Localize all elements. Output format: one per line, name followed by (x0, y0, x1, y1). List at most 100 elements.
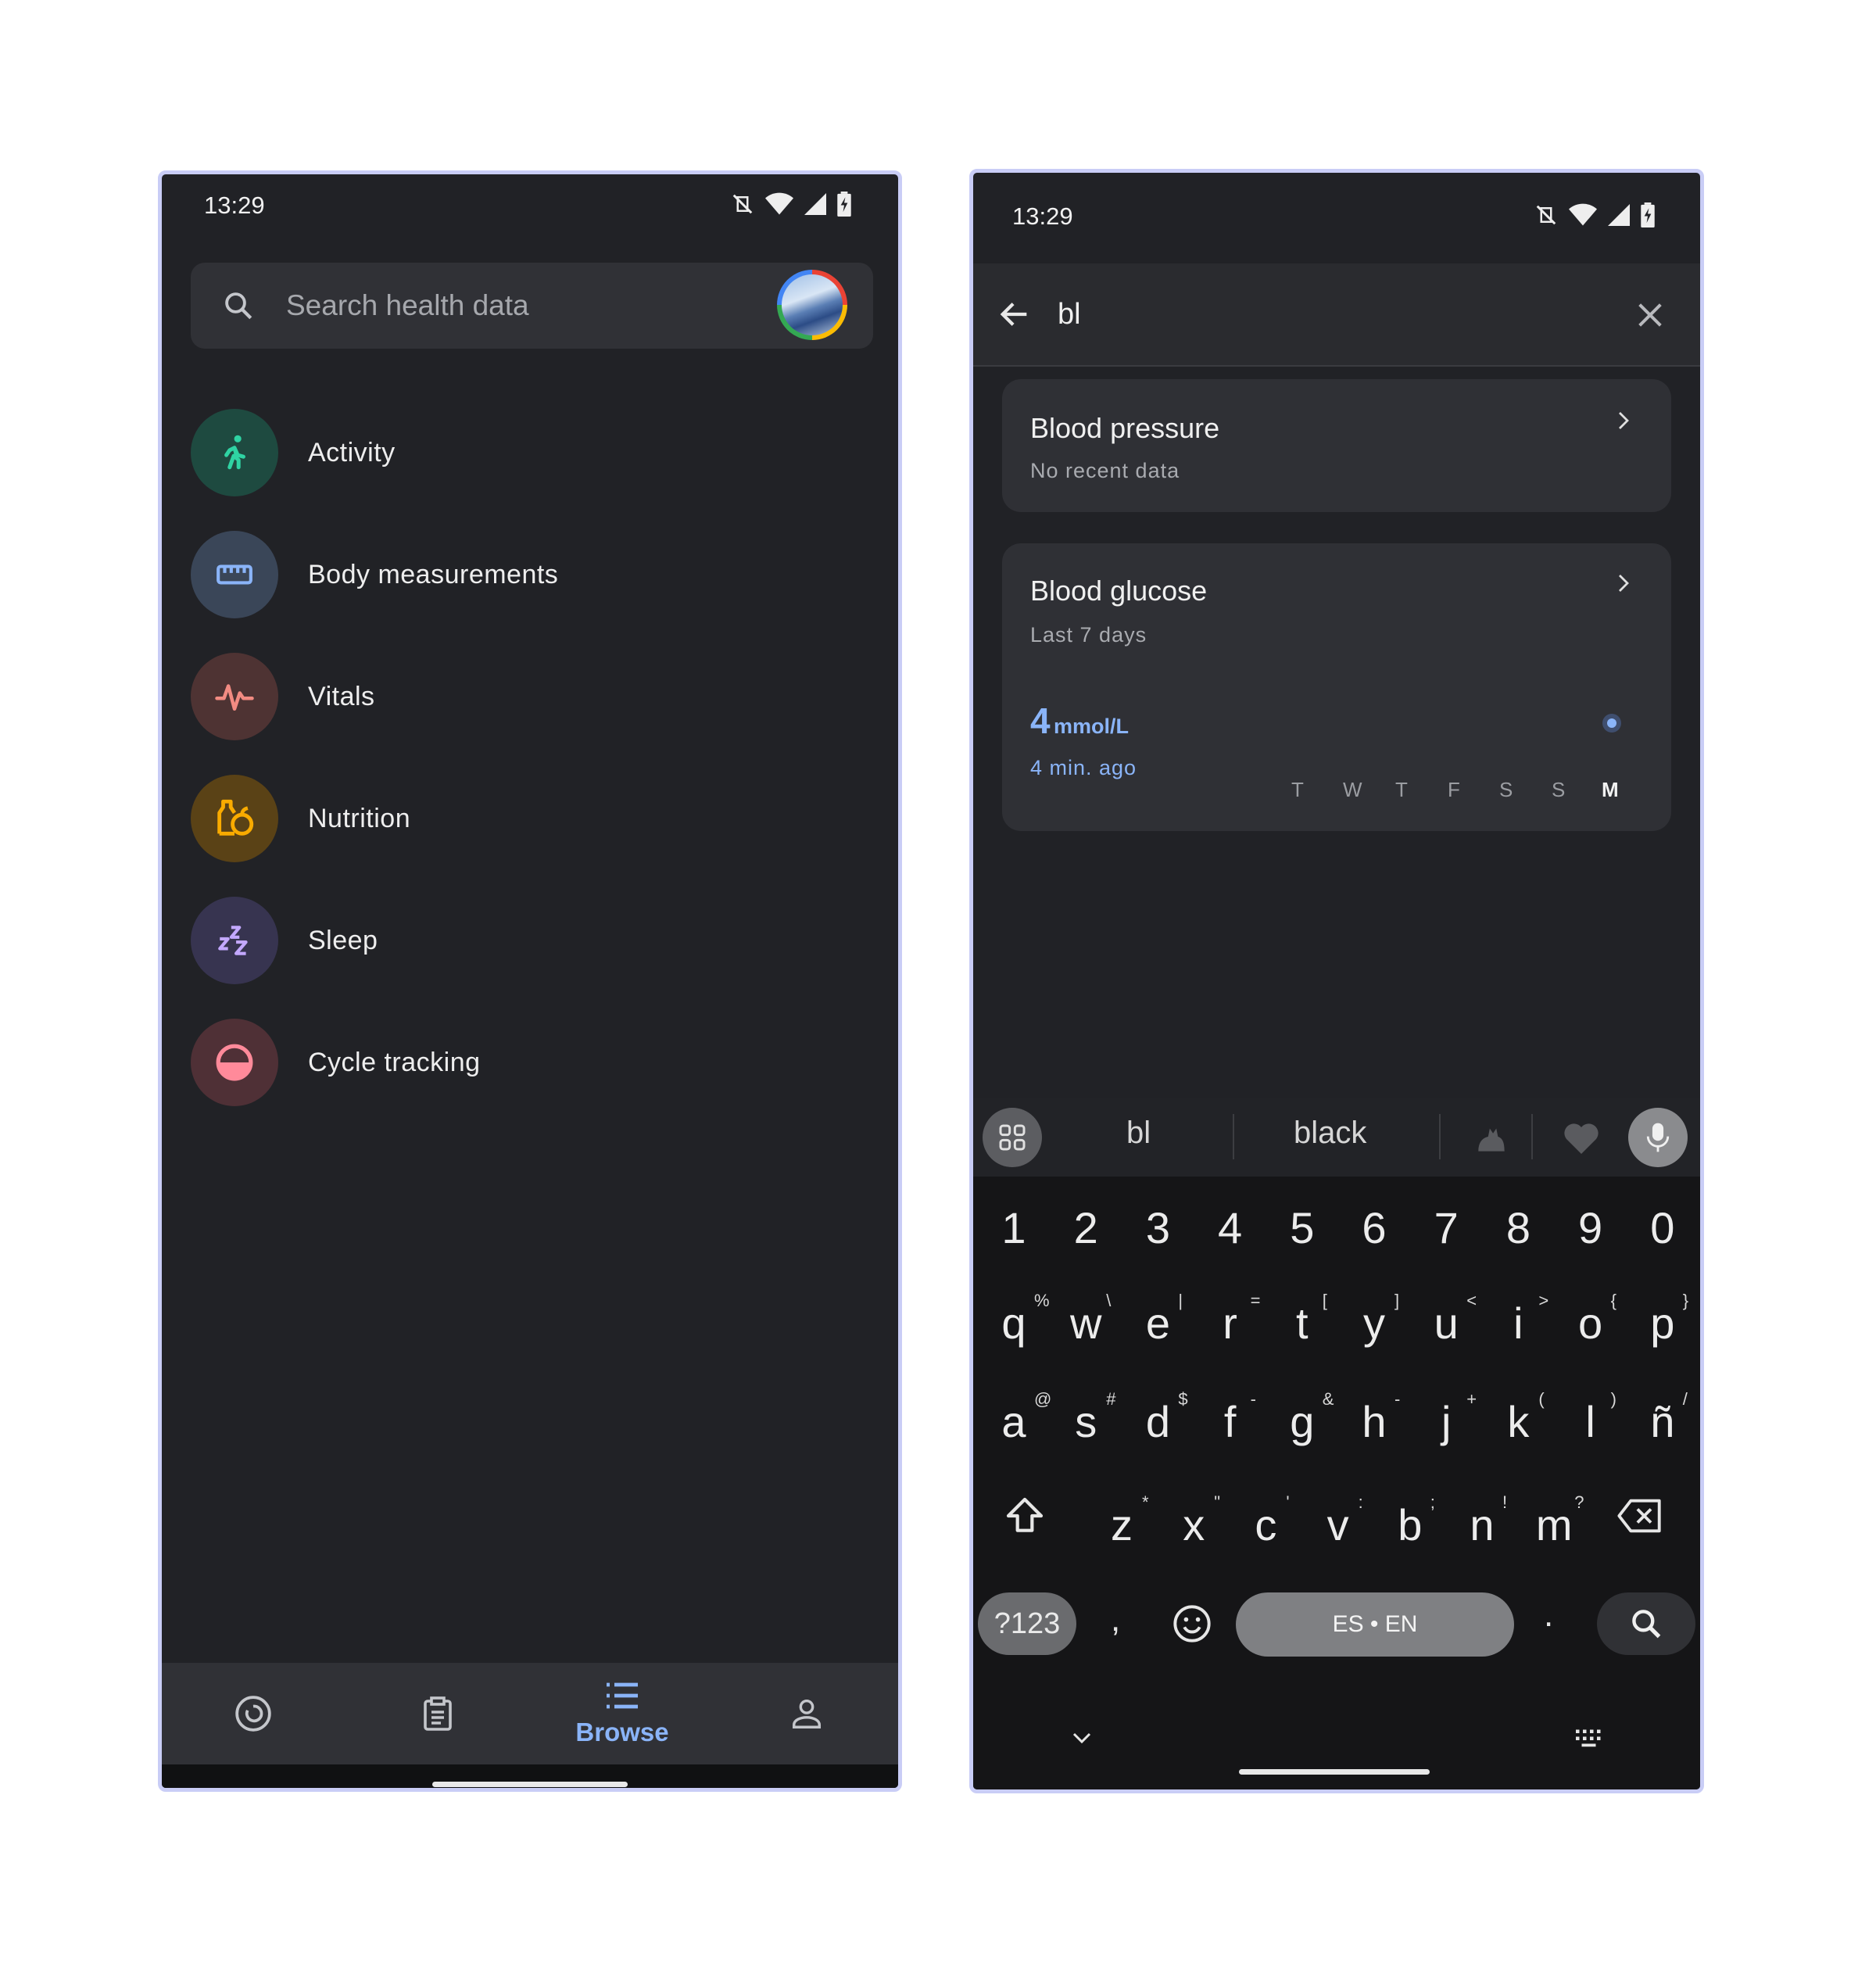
key-hint: ; (1430, 1492, 1435, 1512)
clipboard-icon (424, 1696, 452, 1731)
period-key[interactable]: . (1544, 1596, 1553, 1635)
shift-icon[interactable] (1003, 1494, 1047, 1538)
glucose-value: 4 (1030, 700, 1051, 741)
key-7[interactable]: 7 (1415, 1206, 1477, 1250)
suggestion-1[interactable]: bl (1126, 1116, 1151, 1151)
search-key[interactable] (1597, 1592, 1695, 1655)
category-label: Activity (308, 437, 396, 467)
key-8[interactable]: 8 (1487, 1206, 1549, 1250)
result-subtitle: No recent data (1030, 459, 1180, 482)
category-label: Body measurements (308, 559, 559, 589)
key-3[interactable]: 3 (1126, 1206, 1189, 1250)
glucose-reading: 4 mmol/L (1030, 700, 1129, 742)
suggestion-2[interactable]: black (1294, 1116, 1366, 1151)
day-label: T (1395, 778, 1408, 801)
avatar[interactable] (777, 270, 847, 340)
category-body-measurements[interactable]: Body measurements (191, 531, 832, 618)
nav-profile[interactable] (736, 1663, 877, 1764)
cat-emoji-icon[interactable] (1472, 1119, 1511, 1158)
key-hint: | (1178, 1291, 1183, 1310)
day-label-active: M (1602, 778, 1619, 801)
battery-icon (837, 192, 851, 217)
back-arrow-icon[interactable] (997, 296, 1033, 332)
backspace-icon[interactable] (1616, 1496, 1663, 1536)
key-9[interactable]: 9 (1559, 1206, 1622, 1250)
running-icon (191, 409, 278, 496)
key-hint: ) (1610, 1389, 1616, 1409)
keyboard-switch-icon[interactable] (1573, 1727, 1606, 1749)
home-indicator[interactable] (1239, 1769, 1430, 1775)
key-hint: : (1358, 1492, 1363, 1512)
category-vitals[interactable]: Vitals (191, 653, 832, 740)
suggestion-strip: bl black (973, 1098, 1700, 1177)
key-4[interactable]: 4 (1199, 1206, 1262, 1250)
home-indicator[interactable] (432, 1782, 628, 1787)
key-hint: } (1682, 1291, 1689, 1310)
key-hint: > (1538, 1291, 1549, 1310)
category-activity[interactable]: Activity (191, 409, 832, 496)
key-hint: = (1250, 1291, 1261, 1310)
key-0[interactable]: 0 (1631, 1206, 1694, 1250)
nav-journal[interactable] (367, 1663, 508, 1764)
half-circle-icon (191, 1019, 278, 1106)
key-hint: " (1214, 1492, 1220, 1512)
day-label: T (1291, 778, 1304, 801)
bottom-navigation: Browse (162, 1663, 898, 1764)
nav-home[interactable] (183, 1663, 324, 1764)
glucose-unit: mmol/L (1054, 715, 1130, 738)
category-cycle-tracking[interactable]: Cycle tracking (191, 1019, 832, 1106)
key-6[interactable]: 6 (1343, 1206, 1405, 1250)
wifi-icon (1569, 203, 1597, 226)
nav-browse[interactable]: Browse (552, 1663, 693, 1764)
heart-emoji-icon[interactable] (1563, 1120, 1600, 1156)
mute-vibrate-icon (732, 194, 753, 214)
key-hint: * (1142, 1492, 1149, 1512)
chevron-right-icon (1619, 412, 1629, 429)
key-hint: @ (1034, 1389, 1052, 1409)
search-icon (1632, 1610, 1661, 1639)
search-bar[interactable]: Search health data (191, 263, 873, 349)
symbols-key[interactable]: ?123 (978, 1592, 1076, 1655)
chevron-down-icon[interactable] (1070, 1728, 1094, 1747)
key-hint: ' (1286, 1492, 1290, 1512)
signal-icon (1608, 204, 1630, 226)
category-label: Nutrition (308, 803, 411, 833)
key-hint: { (1610, 1291, 1616, 1310)
day-label: W (1343, 778, 1362, 801)
key-hint: [ (1322, 1291, 1327, 1310)
result-subtitle: Last 7 days (1030, 623, 1147, 647)
home-ring-icon (235, 1696, 271, 1732)
comma-key[interactable]: , (1111, 1600, 1120, 1639)
apps-grid-icon[interactable] (983, 1108, 1042, 1167)
key-hint: + (1466, 1389, 1477, 1409)
category-sleep[interactable]: Sleep (191, 897, 832, 984)
key-1[interactable]: 1 (983, 1206, 1045, 1250)
category-nutrition[interactable]: Nutrition (191, 775, 832, 862)
search-query-input[interactable]: bl (1058, 298, 1081, 331)
reading-dot (1602, 714, 1621, 733)
day-label: F (1448, 778, 1460, 801)
result-title: Blood glucose (1030, 575, 1208, 607)
key-hint: - (1394, 1389, 1401, 1409)
key-5[interactable]: 5 (1271, 1206, 1334, 1250)
search-app-bar: bl (973, 263, 1700, 367)
key-hint: ! (1502, 1492, 1508, 1512)
status-icons (1534, 202, 1655, 227)
clear-icon[interactable] (1634, 299, 1666, 331)
key-hint: - (1250, 1389, 1256, 1409)
key-2[interactable]: 2 (1054, 1206, 1117, 1250)
signal-icon (804, 193, 826, 215)
status-time: 13:29 (1012, 202, 1073, 230)
space-bar[interactable]: ES • EN (1236, 1592, 1514, 1657)
nav-browse-label: Browse (575, 1718, 669, 1746)
emoji-icon[interactable] (1172, 1603, 1212, 1644)
result-card-blood-pressure[interactable]: Blood pressure No recent data (1002, 379, 1671, 512)
microphone-icon[interactable] (1628, 1108, 1688, 1167)
key-hint: ? (1574, 1492, 1584, 1512)
apple-bottle-icon (191, 775, 278, 862)
chevron-right-icon (1619, 575, 1629, 592)
wifi-icon (765, 192, 793, 215)
glucose-time: 4 min. ago (1030, 756, 1137, 779)
ruler-icon (191, 531, 278, 618)
result-card-blood-glucose[interactable]: Blood glucose Last 7 days 4 mmol/L 4 min… (1002, 543, 1671, 831)
